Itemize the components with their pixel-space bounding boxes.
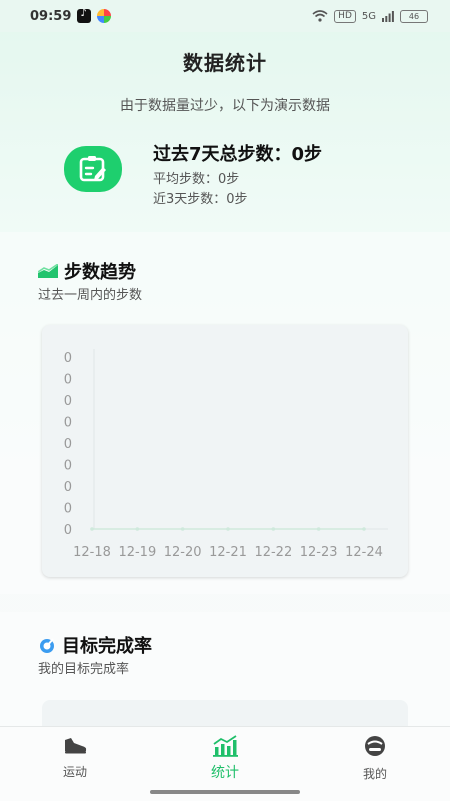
status-bar: 09:59 HD 5G 46 — [0, 0, 450, 32]
goal-title-text: 目标完成率 — [62, 636, 152, 657]
y-tick-label: 0 — [64, 459, 72, 474]
x-tick-label: 12-20 — [164, 545, 202, 560]
step-data-point — [226, 527, 230, 531]
signal-bars-icon — [382, 10, 394, 22]
step-data-point — [90, 527, 94, 531]
step-trend-chart-svg: 00000000012-18 12-19 12-20 12-21 12-22 12-23 1… — [64, 349, 388, 560]
signal-label: 5G — [361, 10, 376, 22]
x-tick-label: 12-18 — [73, 545, 111, 560]
y-tick-label: 0 — [64, 437, 72, 452]
step-data-point — [362, 527, 366, 531]
status-right: HD 5G 46 — [312, 9, 428, 23]
goal-subtitle: 我的目标完成率 — [38, 662, 130, 677]
recent-steps-value: 0步 — [226, 192, 248, 207]
tab-statistics[interactable]: 统计 — [180, 735, 270, 782]
average-steps: 平均步数：0步 — [153, 168, 239, 187]
goal-section-title: 目标完成率 — [38, 632, 152, 658]
hd-badge: HD — [334, 9, 356, 23]
tab-profile-label: 我的 — [362, 767, 387, 781]
average-steps-label: 平均步数： — [153, 172, 219, 187]
y-tick-label: 0 — [64, 502, 72, 517]
step-data-point — [316, 527, 321, 531]
bar-chart-icon — [213, 735, 238, 757]
demo-notice: 由于数据量过少，以下为演示数据 — [120, 98, 330, 114]
profile-icon — [365, 736, 385, 756]
page-title: 数据统计 — [183, 51, 267, 75]
wifi-icon — [312, 10, 328, 22]
summary-card: 过去7天总步数：0步 平均步数：0步 近3天步数：0步 — [18, 128, 432, 220]
x-tick-label: 12-22 — [254, 545, 292, 560]
trend-title-text: 步数趋势 — [64, 262, 136, 283]
step-data-point — [135, 527, 140, 531]
total-steps-label: 过去7天总步数： — [153, 144, 292, 165]
target-gauge-icon — [40, 638, 54, 653]
step-data-point — [271, 527, 276, 531]
home-indicator — [150, 790, 300, 794]
y-tick-label: 0 — [64, 373, 72, 388]
trend-section-title: 步数趋势 — [38, 258, 136, 284]
total-steps: 过去7天总步数：0步 — [153, 140, 322, 166]
status-time: 09:59 — [30, 8, 72, 24]
tab-profile[interactable]: 我的 — [330, 735, 420, 782]
tab-exercise-label: 运动 — [62, 765, 87, 779]
y-tick-label: 0 — [64, 351, 72, 366]
trend-subtitle: 过去一周内的步数 — [38, 288, 143, 303]
recent-steps-label: 近3天步数： — [153, 192, 227, 207]
y-tick-label: 0 — [64, 480, 72, 495]
step-trend-chart: 0 0 0 0 0 0 0 0 0 12-18 12-19 12-20 12-21 12-22 12-23 1… — [42, 325, 408, 577]
colorful-app-icon — [97, 9, 112, 23]
x-tick-label: 12-23 — [300, 545, 338, 560]
step-data-point — [180, 527, 185, 531]
x-tick-label: 12-24 — [345, 545, 383, 560]
tab-statistics-label: 统计 — [211, 765, 239, 781]
tab-exercise[interactable]: 运动 — [30, 735, 120, 780]
recent-steps: 近3天步数：0步 — [153, 188, 248, 207]
status-left: 09:59 — [30, 8, 112, 24]
total-steps-value: 0步 — [291, 144, 323, 165]
x-tick-label: 12-21 — [209, 545, 247, 560]
y-tick-label: 0 — [64, 416, 72, 431]
clipboard-edit-icon — [64, 146, 122, 192]
trend-chart-icon — [38, 264, 58, 278]
y-tick-label: 0 — [64, 523, 72, 538]
tiktok-icon — [77, 8, 92, 23]
battery-icon: 46 — [400, 9, 428, 23]
shoe-icon — [65, 738, 87, 754]
x-tick-label: 12-19 — [118, 545, 156, 560]
average-steps-value: 0步 — [218, 172, 240, 187]
y-tick-label: 0 — [64, 394, 72, 409]
